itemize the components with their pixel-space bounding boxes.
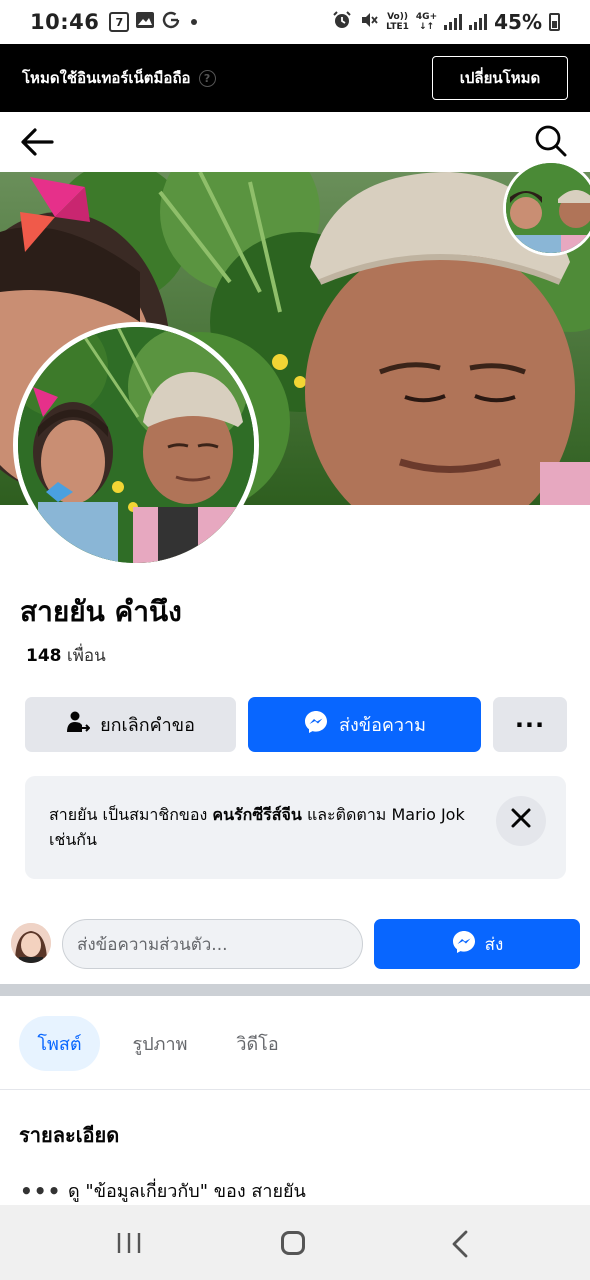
composer-send-label: ส่ง [484,934,504,955]
mutual-middle: และติดตาม [306,805,387,824]
messenger-icon [303,709,329,740]
about-info-link[interactable]: ••• ดู "ข้อมูลเกี่ยวกับ" ของ สายยัน [20,1176,306,1205]
tab-photos[interactable]: รูปภาพ [115,1016,205,1071]
mini-profile-avatar[interactable] [503,160,590,256]
mutual-group-link[interactable]: คนรักซีรีส์จีน [212,805,301,824]
top-navigation [0,112,590,172]
alarm-icon [332,10,352,35]
own-avatar[interactable] [11,923,51,963]
volte-text: Vo)) [387,12,408,22]
tab-posts[interactable]: โพสต์ [19,1016,100,1071]
mutual-info-card: สายยัน เป็นสมาชิกของ คนรักซีรีส์จีน และต… [25,776,566,879]
lte-text: LTE1 [386,22,409,32]
section-divider [0,984,590,996]
mutual-suffix: เช่นกัน [49,830,97,849]
messenger-send-icon [451,929,477,960]
volte-icon: Vo)) LTE1 [386,12,409,32]
battery-percent: 45% [494,10,542,34]
switch-mode-button[interactable]: เปลี่ยนโหมด [432,56,568,100]
notification-dot-icon [191,19,198,25]
home-icon[interactable] [281,1231,305,1255]
friends-label: เพื่อน [66,646,106,666]
data-mode-banner: โหมดใช้อินเทอร์เน็ตมือถือ ? เปลี่ยนโหมด [0,44,590,112]
send-message-label: ส่งข้อความ [338,715,426,736]
private-message-input[interactable]: ส่งข้อความส่วนตัว... [62,919,363,969]
network-type-icon: 4G+ ↓↑ [415,12,438,32]
recent-apps-icon[interactable] [116,1232,142,1254]
cancel-friend-request-icon [66,710,91,739]
battery-icon [549,13,560,31]
signal-2-icon [469,14,488,30]
friends-count[interactable]: 148 เพื่อน [26,642,106,669]
tabs-divider [0,1089,590,1090]
system-back-icon[interactable] [448,1229,472,1259]
tab-videos[interactable]: วิดีโอ [220,1016,295,1071]
seven-eleven-icon: 7 [109,12,130,32]
more-options-button[interactable]: ··· [493,697,567,752]
details-heading: รายละเอียด [19,1123,120,1147]
cancel-request-label: ยกเลิกคำขอ [100,715,195,736]
network-type-text: 4G+ [415,12,438,22]
gallery-icon [135,10,155,35]
info-icon[interactable]: ? [198,69,216,87]
send-message-button[interactable]: ส่งข้อความ [248,697,481,752]
friends-number: 148 [26,646,62,666]
profile-picture[interactable] [13,322,259,568]
search-icon[interactable] [534,124,568,158]
signal-icon [444,14,463,30]
more-dots-icon: ••• [20,1178,62,1203]
back-arrow-icon[interactable] [18,122,58,162]
google-icon [161,10,181,35]
mute-icon [359,10,379,35]
mutual-prefix: สายยัน เป็นสมาชิกของ [49,805,208,824]
about-info-text: ดู "ข้อมูลเกี่ยวกับ" ของ สายยัน [68,1181,306,1202]
composer-send-button[interactable]: ส่ง [374,919,580,969]
profile-name: สายยัน คำนึง [20,595,182,628]
cancel-request-button[interactable]: ยกเลิกคำขอ [25,697,236,752]
close-icon [510,807,532,836]
status-bar: 10:46 7 Vo)) LTE1 4G+ ↓↑ 45% [0,0,590,44]
status-time: 10:46 [30,10,100,34]
close-card-button[interactable] [496,796,546,846]
system-nav-bar [0,1205,590,1280]
mutual-follows-link[interactable]: Mario Jok [391,805,464,824]
mode-banner-text: โหมดใช้อินเทอร์เน็ตมือถือ [22,69,191,87]
